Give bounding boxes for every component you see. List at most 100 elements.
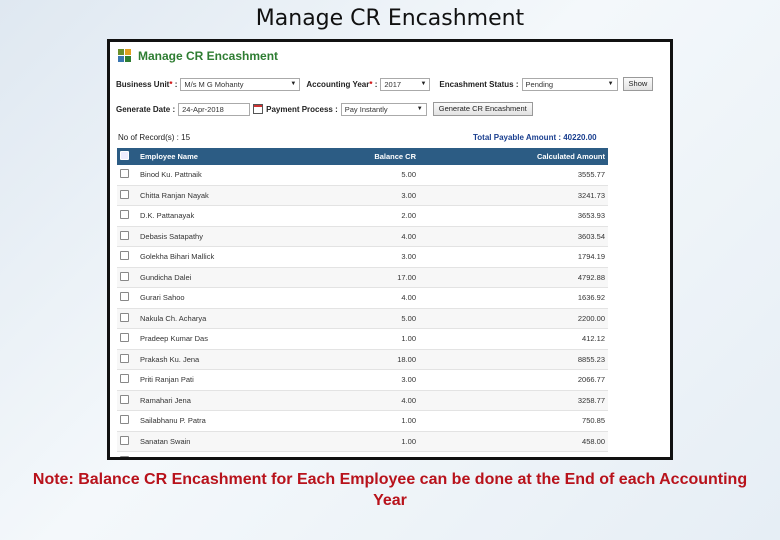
app-header: Manage CR Encashment <box>118 49 278 63</box>
colon: : <box>515 79 519 89</box>
employee-name-cell: Gurari Sahoo <box>137 287 343 309</box>
generate-date-label: Generate Date : <box>116 104 176 114</box>
row-checkbox[interactable] <box>120 394 129 404</box>
table-row: D.K. Pattanayak 2.00 3653.93 <box>117 205 608 227</box>
table-row: Pradeep Kumar Das 1.00 412.12 <box>117 328 608 350</box>
calculated-amount-cell: 1636.92 <box>430 287 608 309</box>
employee-name-cell: Sanatan Swain <box>137 431 343 452</box>
accounting-year-value: 2017 <box>384 79 402 89</box>
table-header-row: Employee Name Balance CR Calculated Amou… <box>117 148 608 165</box>
grid-app-icon <box>118 49 132 63</box>
table-row: Sailabhanu P. Patra 1.00 750.85 <box>117 410 608 432</box>
select-all-cell <box>117 148 137 165</box>
table-row: Priti Ranjan Pati 3.00 2066.77 <box>117 369 608 391</box>
app-screenshot-frame: Manage CR Encashment Business Unit* : M/… <box>107 39 673 460</box>
filter-row-2: Generate Date : 24-Apr-2018 Payment Proc… <box>116 102 533 116</box>
balance-cr-cell: 3.00 <box>343 369 430 391</box>
row-checkbox[interactable] <box>120 415 129 425</box>
employee-name-cell: Gundicha Dalei <box>137 267 343 288</box>
generate-cr-encashment-button[interactable]: Generate CR Encashment <box>432 102 533 116</box>
calculated-amount-cell: 3603.54 <box>430 226 608 247</box>
row-checkbox[interactable] <box>120 169 129 179</box>
row-checkbox[interactable] <box>120 251 129 261</box>
header-calculated-amount: Calculated Amount <box>430 148 608 165</box>
accounting-year-select[interactable]: 2017 ▼ <box>380 77 431 91</box>
calculated-amount-cell: 2200.00 <box>430 308 608 329</box>
row-checkbox[interactable] <box>120 312 129 322</box>
calculated-amount-cell: 3653.93 <box>430 205 608 227</box>
balance-cr-cell: 2.00 <box>343 205 430 227</box>
encashment-status-select[interactable]: Pending ▼ <box>521 77 618 91</box>
row-select-cell <box>117 410 137 432</box>
page-title: Manage CR Encashment <box>138 49 279 63</box>
calculated-amount-cell: 3241.73 <box>430 185 608 206</box>
header-balance-cr: Balance CR <box>343 148 430 165</box>
row-checkbox[interactable] <box>120 271 129 281</box>
balance-cr-cell: 1.00 <box>343 410 430 432</box>
row-checkbox[interactable] <box>120 210 129 220</box>
calculated-amount-cell: 2066.77 <box>430 369 608 391</box>
employee-name-cell: Chitta Ranjan Nayak <box>137 185 343 206</box>
dropdown-arrow-icon: ▼ <box>416 105 423 112</box>
row-checkbox[interactable] <box>120 374 129 384</box>
row-select-cell <box>117 451 137 457</box>
dropdown-arrow-icon: ▼ <box>420 80 427 87</box>
employee-name-cell: Pradeep Kumar Das <box>137 328 343 350</box>
row-select-cell <box>117 287 137 309</box>
generate-date-value: 24-Apr-2018 <box>182 104 224 114</box>
show-button[interactable]: Show <box>622 77 654 91</box>
balance-cr-cell: 1.00 <box>343 431 430 452</box>
row-select-cell <box>117 308 137 329</box>
row-checkbox[interactable] <box>120 435 129 445</box>
row-select-cell <box>117 185 137 206</box>
table-row: Sarat Ku. Mohapatra1.00458.00 <box>117 451 608 457</box>
calculated-amount-cell: 8855.23 <box>430 349 608 370</box>
generate-date-input[interactable]: 24-Apr-2018 <box>178 102 251 116</box>
payment-process-select[interactable]: Pay Instantly ▼ <box>340 102 427 116</box>
table-row: Gurari Sahoo 4.00 1636.92 <box>117 287 608 309</box>
calculated-amount-cell: 412.12 <box>430 328 608 350</box>
record-count: No of Record(s) : 15 <box>118 133 191 142</box>
balance-cr-cell: 5.00 <box>343 308 430 329</box>
row-checkbox[interactable] <box>120 230 129 240</box>
employee-name-cell: Golekha Bihari Mallick <box>137 246 343 268</box>
required-mark: * <box>169 79 173 89</box>
balance-cr-cell: 3.00 <box>343 185 430 206</box>
filter-row-1: Business Unit* : M/s M G Mohanty ▼ Accou… <box>116 77 654 91</box>
table-row: Debasis Satapathy 4.00 3603.54 <box>117 226 608 247</box>
calculated-amount-cell: 3555.77 <box>430 165 608 186</box>
accounting-year-label: Accounting Year <box>306 79 370 89</box>
row-select-cell <box>117 390 137 411</box>
employee-name-cell: Sarat Ku. Mohapatra <box>137 451 343 457</box>
select-all-checkbox[interactable] <box>120 151 129 160</box>
row-checkbox[interactable] <box>120 456 129 457</box>
business-unit-label: Business Unit <box>116 79 170 89</box>
colon: : <box>374 79 378 89</box>
balance-cr-cell: 5.00 <box>343 165 430 186</box>
calculated-amount-cell: 1794.19 <box>430 246 608 268</box>
dropdown-arrow-icon: ▼ <box>607 80 614 87</box>
row-checkbox[interactable] <box>120 292 129 302</box>
table-row: Prakash Ku. Jena 18.00 8855.23 <box>117 349 608 370</box>
row-checkbox[interactable] <box>120 189 129 199</box>
row-checkbox[interactable] <box>120 333 129 343</box>
business-unit-value: M/s M G Mohanty <box>184 79 244 89</box>
balance-cr-cell: 17.00 <box>343 267 430 288</box>
encashment-status-label: Encashment Status <box>439 79 514 89</box>
balance-cr-cell: 4.00 <box>343 390 430 411</box>
employee-name-cell: Priti Ranjan Pati <box>137 369 343 391</box>
encashment-status-value: Pending <box>525 79 554 89</box>
row-select-cell <box>117 349 137 370</box>
table-row: Golekha Bihari Mallick 3.00 1794.19 <box>117 246 608 268</box>
balance-cr-cell: 4.00 <box>343 226 430 247</box>
business-unit-select[interactable]: M/s M G Mohanty ▼ <box>180 77 301 91</box>
table-row: Sanatan Swain 1.00 458.00 <box>117 431 608 452</box>
row-select-cell <box>117 431 137 452</box>
calculated-amount-cell: 750.85 <box>430 410 608 432</box>
employee-name-cell: Nakula Ch. Acharya <box>137 308 343 329</box>
calculated-amount-cell: 458.00 <box>430 431 608 452</box>
calendar-icon[interactable] <box>253 104 264 114</box>
row-checkbox[interactable] <box>120 353 129 363</box>
row-select-cell <box>117 246 137 268</box>
employee-name-cell: Debasis Satapathy <box>137 226 343 247</box>
